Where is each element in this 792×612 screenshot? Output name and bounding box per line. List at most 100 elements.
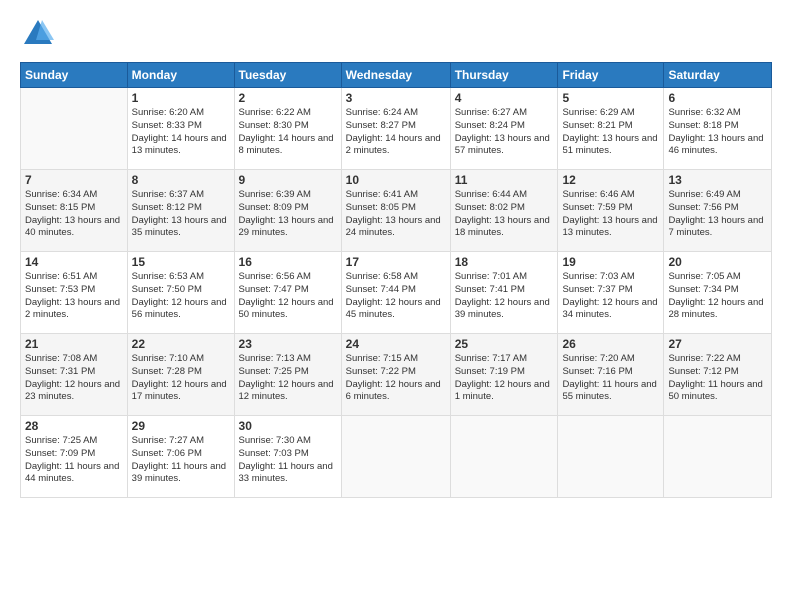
day-number: 20: [668, 255, 767, 269]
calendar-cell: 10 Sunrise: 6:41 AM Sunset: 8:05 PM Dayli…: [341, 170, 450, 252]
calendar-cell: 5 Sunrise: 6:29 AM Sunset: 8:21 PM Daylig…: [558, 88, 664, 170]
day-number: 16: [239, 255, 337, 269]
day-number: 9: [239, 173, 337, 187]
day-info: Sunrise: 6:27 AM Sunset: 8:24 PM Dayligh…: [455, 107, 554, 158]
calendar-header-row: SundayMondayTuesdayWednesdayThursdayFrid…: [21, 63, 772, 88]
day-info: Sunrise: 7:17 AM Sunset: 7:19 PM Dayligh…: [455, 353, 554, 404]
day-info: Sunrise: 6:29 AM Sunset: 8:21 PM Dayligh…: [562, 107, 659, 158]
calendar-cell: 23Sunrise: 7:13 AM Sunset: 7:25 PM Dayli…: [234, 334, 341, 416]
day-info: Sunrise: 7:15 AM Sunset: 7:22 PM Dayligh…: [346, 353, 446, 404]
day-info: Sunrise: 7:05 AM Sunset: 7:34 PM Dayligh…: [668, 271, 767, 322]
day-number: 3: [346, 91, 446, 105]
calendar-cell: 12Sunrise: 6:46 AM Sunset: 7:59 PM Dayli…: [558, 170, 664, 252]
calendar-cell: 17 Sunrise: 6:58 AM Sunset: 7:44 PM Dayli…: [341, 252, 450, 334]
calendar-week-row: 1Sunrise: 6:20 AM Sunset: 8:33 PM Daylig…: [21, 88, 772, 170]
day-info: Sunrise: 7:08 AM Sunset: 7:31 PM Dayligh…: [25, 353, 123, 404]
day-of-week-header: Sunday: [21, 63, 128, 88]
calendar-cell: 11 Sunrise: 6:44 AM Sunset: 8:02 PM Dayli…: [450, 170, 558, 252]
calendar-week-row: 14 Sunrise: 6:51 AM Sunset: 7:53 PM Dayli…: [21, 252, 772, 334]
day-of-week-header: Friday: [558, 63, 664, 88]
calendar-cell: 27 Sunrise: 7:22 AM Sunset: 7:12 PM Dayli…: [664, 334, 772, 416]
day-number: 8: [132, 173, 230, 187]
day-info: Sunrise: 6:32 AM Sunset: 8:18 PM Dayligh…: [668, 107, 767, 158]
calendar: SundayMondayTuesdayWednesdayThursdayFrid…: [20, 62, 772, 498]
day-of-week-header: Monday: [127, 63, 234, 88]
day-number: 27: [668, 337, 767, 351]
day-number: 5: [562, 91, 659, 105]
calendar-cell: 28Sunrise: 7:25 AM Sunset: 7:09 PM Dayli…: [21, 416, 128, 498]
calendar-week-row: 7 Sunrise: 6:34 AM Sunset: 8:15 PM Daylig…: [21, 170, 772, 252]
day-number: 15: [132, 255, 230, 269]
day-info: Sunrise: 6:51 AM Sunset: 7:53 PM Dayligh…: [25, 271, 123, 322]
calendar-cell: 15 Sunrise: 6:53 AM Sunset: 7:50 PM Dayli…: [127, 252, 234, 334]
day-info: Sunrise: 7:10 AM Sunset: 7:28 PM Dayligh…: [132, 353, 230, 404]
day-number: 11: [455, 173, 554, 187]
calendar-cell: 13 Sunrise: 6:49 AM Sunset: 7:56 PM Dayli…: [664, 170, 772, 252]
day-number: 26: [562, 337, 659, 351]
calendar-cell: [21, 88, 128, 170]
calendar-cell: [558, 416, 664, 498]
day-info: Sunrise: 7:27 AM Sunset: 7:06 PM Dayligh…: [132, 435, 230, 486]
calendar-cell: [341, 416, 450, 498]
day-info: Sunrise: 6:37 AM Sunset: 8:12 PM Dayligh…: [132, 189, 230, 240]
calendar-cell: 30 Sunrise: 7:30 AM Sunset: 7:03 PM Dayli…: [234, 416, 341, 498]
day-info: Sunrise: 7:20 AM Sunset: 7:16 PM Dayligh…: [562, 353, 659, 404]
day-info: Sunrise: 6:49 AM Sunset: 7:56 PM Dayligh…: [668, 189, 767, 240]
day-number: 24: [346, 337, 446, 351]
day-number: 19: [562, 255, 659, 269]
logo-icon: [20, 16, 56, 52]
calendar-cell: 18Sunrise: 7:01 AM Sunset: 7:41 PM Dayli…: [450, 252, 558, 334]
day-number: 2: [239, 91, 337, 105]
calendar-week-row: 21 Sunrise: 7:08 AM Sunset: 7:31 PM Dayli…: [21, 334, 772, 416]
calendar-cell: 1Sunrise: 6:20 AM Sunset: 8:33 PM Daylig…: [127, 88, 234, 170]
day-info: Sunrise: 6:58 AM Sunset: 7:44 PM Dayligh…: [346, 271, 446, 322]
day-number: 22: [132, 337, 230, 351]
day-of-week-header: Thursday: [450, 63, 558, 88]
day-number: 29: [132, 419, 230, 433]
day-info: Sunrise: 6:46 AM Sunset: 7:59 PM Dayligh…: [562, 189, 659, 240]
day-info: Sunrise: 6:41 AM Sunset: 8:05 PM Dayligh…: [346, 189, 446, 240]
day-number: 25: [455, 337, 554, 351]
day-number: 21: [25, 337, 123, 351]
logo: [20, 16, 60, 52]
calendar-cell: 19 Sunrise: 7:03 AM Sunset: 7:37 PM Dayli…: [558, 252, 664, 334]
day-info: Sunrise: 7:22 AM Sunset: 7:12 PM Dayligh…: [668, 353, 767, 404]
day-number: 6: [668, 91, 767, 105]
calendar-week-row: 28Sunrise: 7:25 AM Sunset: 7:09 PM Dayli…: [21, 416, 772, 498]
day-number: 7: [25, 173, 123, 187]
calendar-cell: 26 Sunrise: 7:20 AM Sunset: 7:16 PM Dayli…: [558, 334, 664, 416]
day-info: Sunrise: 6:24 AM Sunset: 8:27 PM Dayligh…: [346, 107, 446, 158]
day-number: 30: [239, 419, 337, 433]
calendar-cell: 20 Sunrise: 7:05 AM Sunset: 7:34 PM Dayli…: [664, 252, 772, 334]
day-of-week-header: Saturday: [664, 63, 772, 88]
day-info: Sunrise: 7:13 AM Sunset: 7:25 PM Dayligh…: [239, 353, 337, 404]
day-info: Sunrise: 6:56 AM Sunset: 7:47 PM Dayligh…: [239, 271, 337, 322]
calendar-cell: 4 Sunrise: 6:27 AM Sunset: 8:24 PM Daylig…: [450, 88, 558, 170]
calendar-cell: 3 Sunrise: 6:24 AM Sunset: 8:27 PM Daylig…: [341, 88, 450, 170]
calendar-cell: 2 Sunrise: 6:22 AM Sunset: 8:30 PM Daylig…: [234, 88, 341, 170]
day-number: 18: [455, 255, 554, 269]
day-number: 14: [25, 255, 123, 269]
calendar-cell: 8 Sunrise: 6:37 AM Sunset: 8:12 PM Daylig…: [127, 170, 234, 252]
day-of-week-header: Tuesday: [234, 63, 341, 88]
calendar-cell: 24 Sunrise: 7:15 AM Sunset: 7:22 PM Dayli…: [341, 334, 450, 416]
calendar-cell: 7 Sunrise: 6:34 AM Sunset: 8:15 PM Daylig…: [21, 170, 128, 252]
day-info: Sunrise: 6:53 AM Sunset: 7:50 PM Dayligh…: [132, 271, 230, 322]
day-info: Sunrise: 6:44 AM Sunset: 8:02 PM Dayligh…: [455, 189, 554, 240]
calendar-cell: 29 Sunrise: 7:27 AM Sunset: 7:06 PM Dayli…: [127, 416, 234, 498]
day-number: 4: [455, 91, 554, 105]
day-info: Sunrise: 7:25 AM Sunset: 7:09 PM Dayligh…: [25, 435, 123, 486]
day-number: 10: [346, 173, 446, 187]
calendar-cell: 6 Sunrise: 6:32 AM Sunset: 8:18 PM Daylig…: [664, 88, 772, 170]
day-number: 13: [668, 173, 767, 187]
calendar-cell: 22 Sunrise: 7:10 AM Sunset: 7:28 PM Dayli…: [127, 334, 234, 416]
day-info: Sunrise: 6:39 AM Sunset: 8:09 PM Dayligh…: [239, 189, 337, 240]
day-of-week-header: Wednesday: [341, 63, 450, 88]
page: SundayMondayTuesdayWednesdayThursdayFrid…: [0, 0, 792, 612]
day-info: Sunrise: 7:30 AM Sunset: 7:03 PM Dayligh…: [239, 435, 337, 486]
calendar-cell: 9 Sunrise: 6:39 AM Sunset: 8:09 PM Daylig…: [234, 170, 341, 252]
day-info: Sunrise: 6:22 AM Sunset: 8:30 PM Dayligh…: [239, 107, 337, 158]
day-number: 17: [346, 255, 446, 269]
day-info: Sunrise: 7:03 AM Sunset: 7:37 PM Dayligh…: [562, 271, 659, 322]
day-info: Sunrise: 6:34 AM Sunset: 8:15 PM Dayligh…: [25, 189, 123, 240]
